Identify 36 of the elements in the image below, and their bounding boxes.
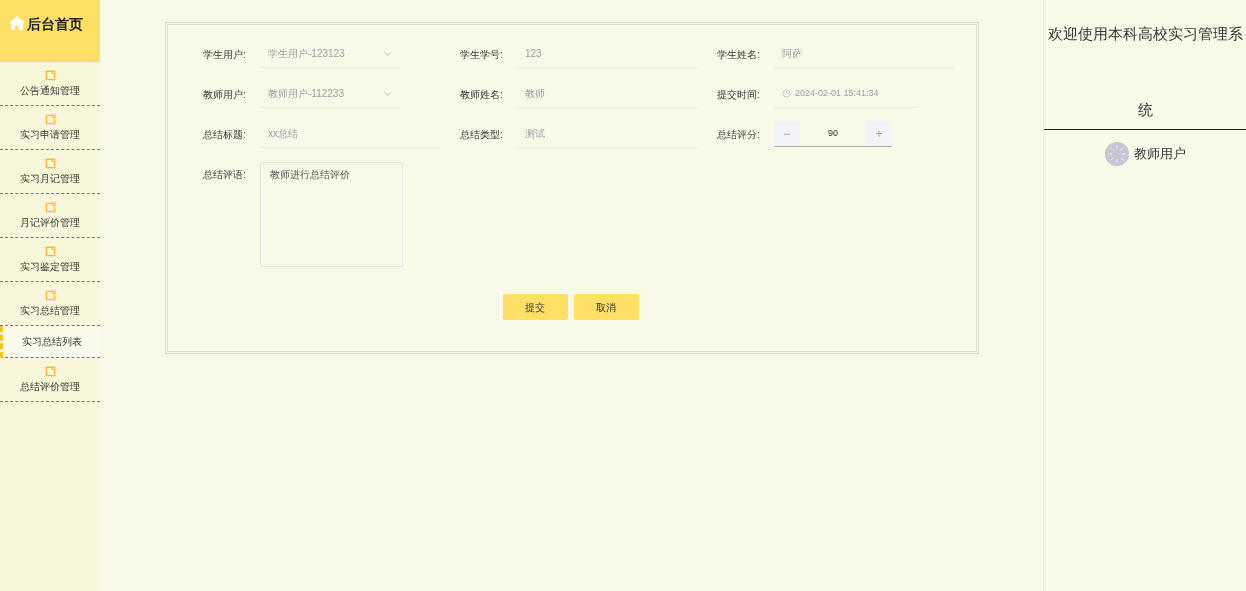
- submit-button[interactable]: 提交: [502, 294, 568, 320]
- menu-item[interactable]: 实习鉴定管理: [0, 238, 100, 282]
- edit-icon: [44, 245, 56, 257]
- edit-icon: [44, 289, 56, 301]
- edit-icon: [44, 201, 56, 213]
- edit-icon: [44, 157, 56, 169]
- home-icon: [8, 15, 26, 31]
- field-label: 总结评语:: [203, 168, 247, 182]
- submenu-item[interactable]: 实习总结列表: [0, 326, 100, 358]
- user-name: 教师用户: [1133, 145, 1186, 164]
- avatar-icon: [1104, 142, 1129, 166]
- chevron-down-icon: [383, 90, 392, 97]
- menu-item[interactable]: 公告通知管理: [0, 62, 100, 106]
- edit-icon: [44, 69, 56, 81]
- number-field[interactable]: 90: [800, 121, 866, 146]
- menu-item[interactable]: 总结评价管理: [0, 358, 100, 402]
- home-header[interactable]: 后台首页: [0, 0, 100, 62]
- chevron-down-icon: [383, 50, 392, 57]
- field-label: 教师姓名:: [460, 87, 504, 102]
- cancel-button[interactable]: 取消: [573, 294, 639, 320]
- menu-item[interactable]: 月记评价管理: [0, 194, 100, 238]
- edit-icon: [44, 365, 56, 377]
- field-label: 学生用户:: [203, 47, 247, 62]
- textarea-field[interactable]: 教师进行总结评价: [260, 162, 403, 267]
- welcome-title: 欢迎使用本科高校实习管理系统: [1044, 0, 1246, 130]
- field-label: 学生姓名:: [717, 47, 761, 62]
- field-label: 提交时间:: [717, 87, 761, 102]
- field-label: 总结标题:: [203, 127, 247, 142]
- menu-item[interactable]: 实习月记管理: [0, 150, 100, 194]
- field-label: 教师用户:: [203, 87, 247, 102]
- field-label: 学生学号:: [460, 47, 504, 62]
- field-label: 总结评分:: [717, 127, 761, 142]
- menu-item[interactable]: 实习申请管理: [0, 106, 100, 150]
- field-label: 总结类型:: [460, 127, 504, 142]
- edit-icon: [44, 113, 56, 125]
- clock-icon: [782, 89, 791, 98]
